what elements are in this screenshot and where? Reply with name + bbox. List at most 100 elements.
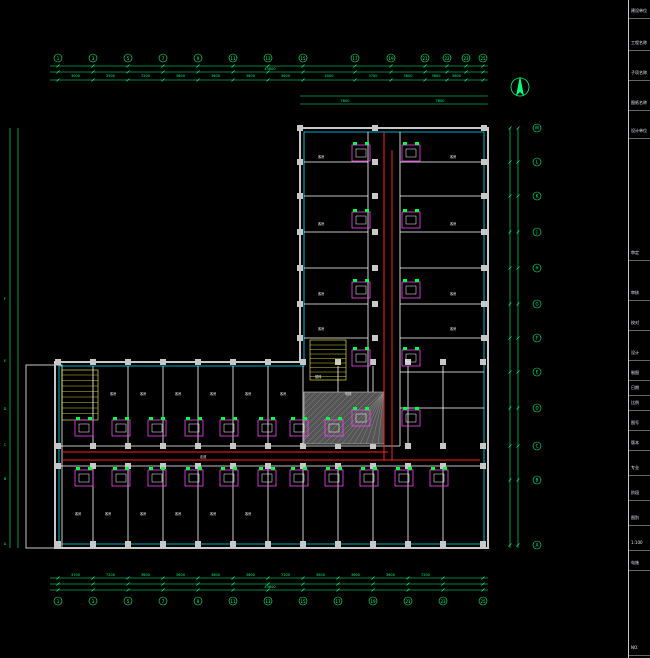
title-block-divider xyxy=(629,570,650,571)
column xyxy=(372,193,378,199)
svg-text:7: 7 xyxy=(162,56,165,61)
column xyxy=(372,159,378,165)
room-tag: 客房 xyxy=(280,391,286,396)
svg-text:9: 9 xyxy=(197,56,200,61)
dimension-label: 3000 xyxy=(71,74,80,78)
title-block-cell: 工程名称 xyxy=(631,40,647,45)
column xyxy=(297,335,303,341)
column xyxy=(230,443,236,449)
title-block-cell: 校对 xyxy=(631,320,639,325)
column xyxy=(440,443,446,449)
dimension-total: 43800 xyxy=(264,67,275,71)
svg-text:11: 11 xyxy=(230,599,236,604)
stair-tag: 楼梯 xyxy=(315,374,322,379)
column xyxy=(297,265,303,271)
corridor-tag: 走道 xyxy=(200,454,207,459)
svg-text:17: 17 xyxy=(352,56,358,61)
column xyxy=(481,335,487,341)
dimension-label: 7200 xyxy=(106,573,115,577)
svg-text:D: D xyxy=(535,406,538,411)
dimension-label: 7800 xyxy=(436,99,445,103)
column xyxy=(480,463,486,469)
svg-text:17: 17 xyxy=(335,599,341,604)
column xyxy=(125,541,131,547)
core-tag: 电梯 xyxy=(345,391,352,396)
room-tag: 客房 xyxy=(75,511,81,516)
column xyxy=(480,443,486,449)
dimension-label: 3600 xyxy=(452,74,461,78)
svg-text:19: 19 xyxy=(388,56,394,61)
dimension-label: 7200 xyxy=(141,74,150,78)
column xyxy=(370,541,376,547)
column xyxy=(90,541,96,547)
dimension-label: 3700 xyxy=(71,573,80,577)
title-block-cell: 设计 xyxy=(631,350,639,355)
column xyxy=(90,359,96,365)
column xyxy=(481,159,487,165)
title-block-divider xyxy=(629,550,650,551)
dimension-label: 3700 xyxy=(369,74,378,78)
column xyxy=(195,443,201,449)
svg-text:9: 9 xyxy=(197,599,200,604)
title-block-cell: 版本 xyxy=(631,440,639,445)
title-block-divider xyxy=(629,380,650,381)
title-block-cell: 图纸名称 xyxy=(631,100,647,105)
dimension-label: 3600 xyxy=(281,74,290,78)
room-tag: 客房 xyxy=(450,326,456,331)
svg-text:21: 21 xyxy=(422,56,428,61)
column xyxy=(125,443,131,449)
column xyxy=(370,359,376,365)
column xyxy=(481,229,487,235)
svg-text:C: C xyxy=(536,444,539,449)
room-tag: 客房 xyxy=(210,391,216,396)
dimension-label: 3600 xyxy=(211,573,220,577)
column xyxy=(90,443,96,449)
title-block-cell: 图号 xyxy=(631,420,639,425)
title-block-cell: 审核 xyxy=(631,290,639,295)
dimension-label: 3600 xyxy=(141,573,150,577)
column xyxy=(230,541,236,547)
room-tag: 客房 xyxy=(318,154,324,159)
grid-bubble: F xyxy=(4,297,6,301)
column xyxy=(230,359,236,365)
column xyxy=(481,125,487,131)
title-block-cell: 日期 xyxy=(631,385,639,390)
column xyxy=(372,229,378,235)
column xyxy=(55,463,61,469)
title-block-cell: 设计单位 xyxy=(631,128,647,133)
svg-text:13: 13 xyxy=(265,56,271,61)
column xyxy=(195,359,201,365)
title-block-divider xyxy=(629,475,650,476)
column xyxy=(55,443,61,449)
dimension-label: 3600 xyxy=(211,74,220,78)
column xyxy=(265,443,271,449)
title-block-cell: 图别 xyxy=(631,515,639,520)
svg-text:23: 23 xyxy=(463,56,469,61)
dimension-total: 43800 xyxy=(264,585,275,589)
column xyxy=(297,193,303,199)
svg-text:11: 11 xyxy=(230,56,236,61)
title-block-cell: 比例 xyxy=(631,400,639,405)
column xyxy=(480,541,486,547)
column xyxy=(372,301,378,307)
dimension-label: 3600 xyxy=(316,573,325,577)
title-block-divider xyxy=(629,395,650,396)
title-block-divider xyxy=(629,500,650,501)
column xyxy=(55,359,61,365)
grid-bubble: E xyxy=(4,359,6,363)
column xyxy=(405,443,411,449)
column xyxy=(440,541,446,547)
svg-text:B: B xyxy=(536,478,539,483)
room-tag: 客房 xyxy=(210,511,216,516)
title-block-cell: 阶段 xyxy=(631,490,639,495)
title-block-divider xyxy=(629,655,650,656)
svg-text:15: 15 xyxy=(300,599,306,604)
column xyxy=(405,541,411,547)
room-tag: 客房 xyxy=(450,291,456,296)
title-block-cell: 子项名称 xyxy=(631,70,647,75)
grid-bubble: D xyxy=(4,407,7,411)
column xyxy=(160,359,166,365)
svg-text:D: D xyxy=(4,407,7,411)
svg-text:3: 3 xyxy=(92,56,95,61)
title-block-divider xyxy=(629,450,650,451)
